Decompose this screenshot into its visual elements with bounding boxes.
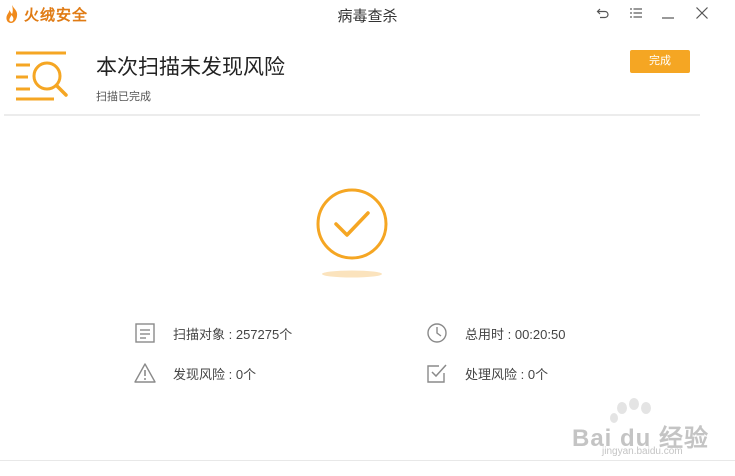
list-menu-icon bbox=[630, 8, 642, 18]
stat-risks-found: 发现风险 : 0个 bbox=[134, 362, 256, 384]
done-button[interactable]: 完成 bbox=[630, 50, 690, 73]
close-button[interactable] bbox=[690, 3, 714, 23]
stat-total-time: 总用时 : 00:20:50 bbox=[426, 322, 565, 344]
stat-scan-objects: 扫描对象 : 257275个 bbox=[134, 322, 292, 344]
watermark-url: jingyan.baidu.com bbox=[602, 446, 683, 457]
checkbox-check-icon bbox=[427, 364, 447, 383]
scan-result-title: 本次扫描未发现风险 bbox=[96, 56, 285, 79]
risks-handled-text: 处理风险 : 0个 bbox=[465, 366, 549, 382]
header-divider bbox=[4, 114, 700, 116]
clock-icon bbox=[427, 323, 447, 343]
minimize-button[interactable] bbox=[656, 3, 680, 23]
risks-found-text: 发现风险 : 0个 bbox=[173, 366, 257, 382]
scan-status-text: 扫描已完成 bbox=[96, 91, 151, 103]
warning-icon bbox=[134, 363, 156, 383]
title-bar: 火绒安全 病毒查杀 bbox=[0, 0, 735, 30]
stat-risks-handled: 处理风险 : 0个 bbox=[426, 362, 548, 384]
total-time-text: 总用时 : 00:20:50 bbox=[465, 326, 566, 342]
document-icon bbox=[135, 323, 155, 343]
scan-document-icon bbox=[16, 51, 68, 101]
back-button[interactable] bbox=[591, 3, 615, 23]
scan-objects-text: 扫描对象 : 257275个 bbox=[173, 326, 293, 342]
close-icon bbox=[696, 7, 708, 19]
success-check-icon bbox=[316, 188, 388, 278]
minimize-icon bbox=[662, 17, 674, 19]
undo-icon bbox=[596, 8, 609, 19]
menu-button[interactable] bbox=[624, 3, 648, 23]
